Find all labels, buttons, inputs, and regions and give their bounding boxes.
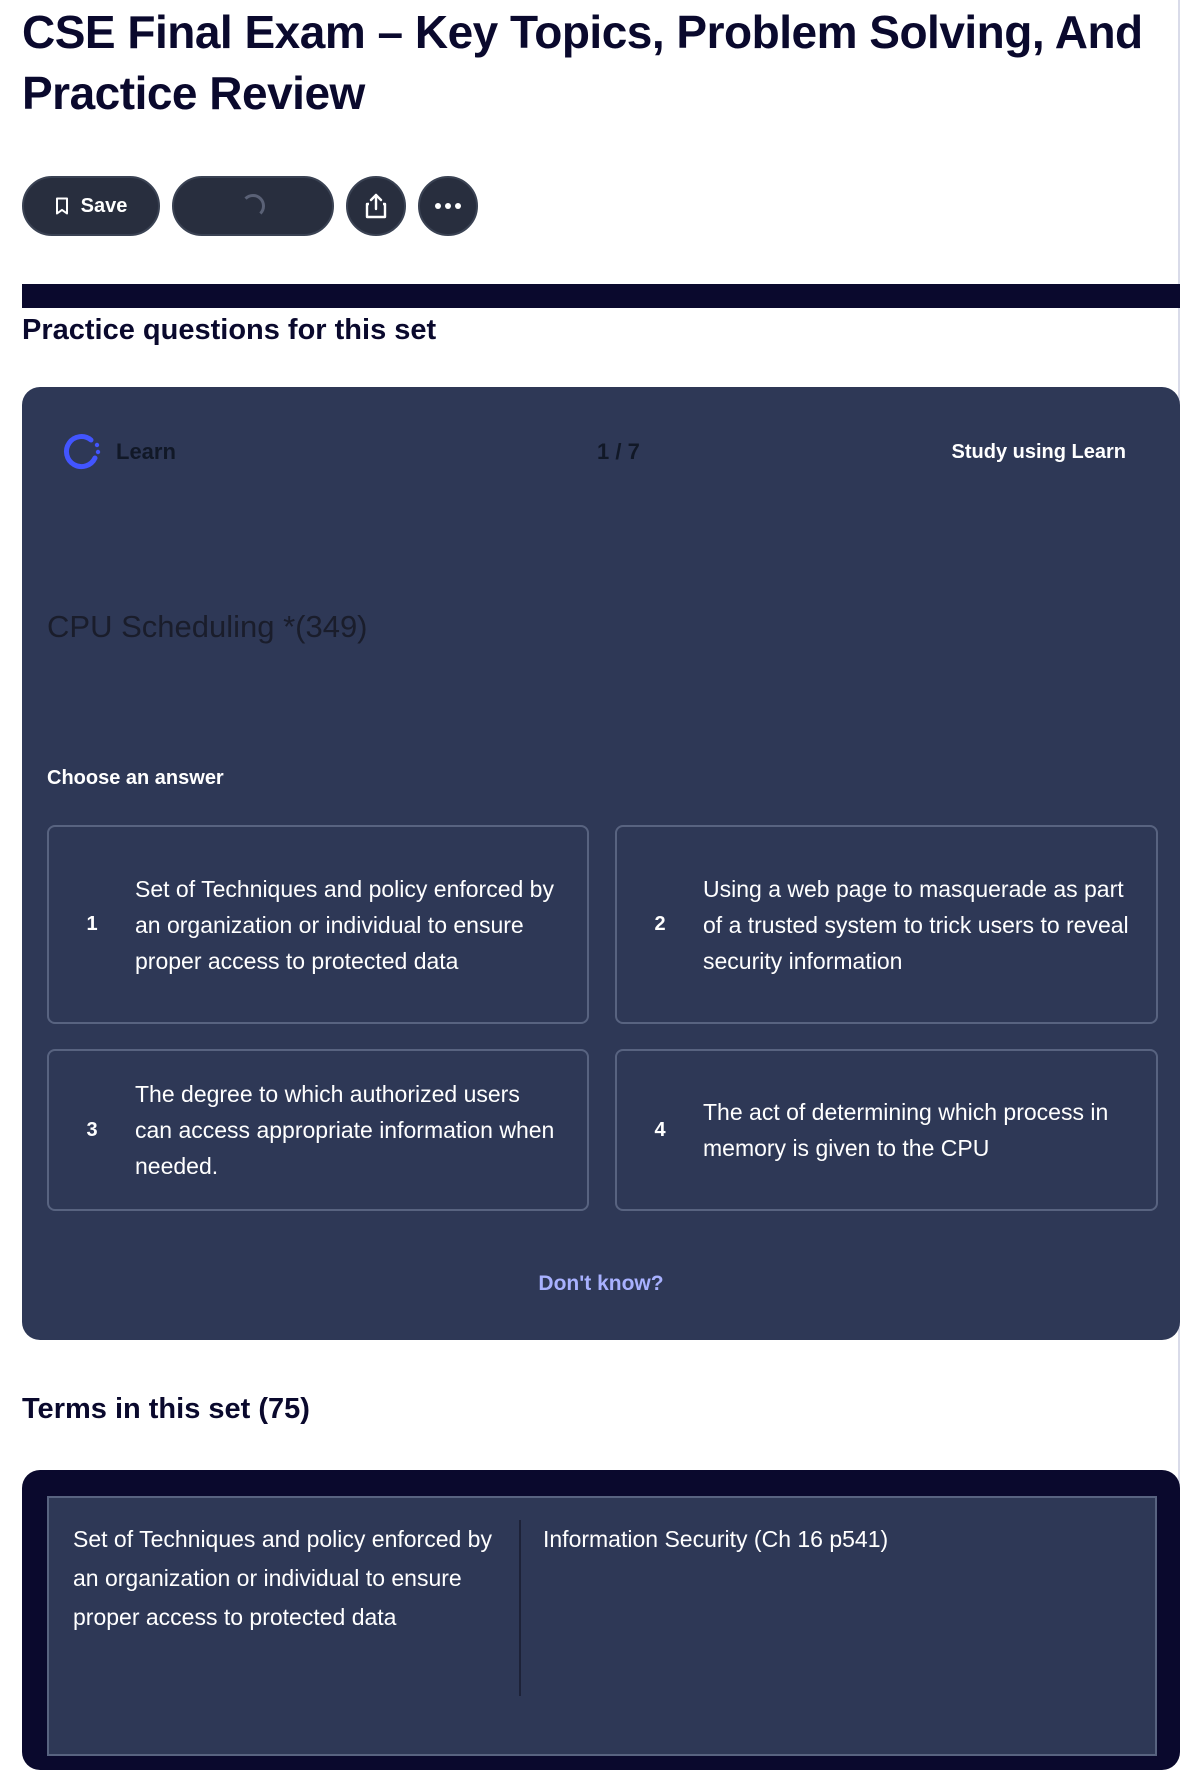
- study-using-learn-link[interactable]: Study using Learn: [952, 441, 1126, 464]
- more-options-button[interactable]: [418, 176, 478, 236]
- answer-option-3[interactable]: 3 The degree to which authorized users c…: [47, 1049, 589, 1211]
- dont-know-link[interactable]: Don't know?: [22, 1272, 1180, 1296]
- answer-option-1[interactable]: 1 Set of Techniques and policy enforced …: [47, 825, 589, 1024]
- answer-number: 1: [86, 913, 98, 935]
- save-button[interactable]: Save: [22, 176, 160, 236]
- section-divider-bar: [22, 284, 1180, 308]
- share-icon: [365, 193, 387, 219]
- term-definition: Set of Techniques and policy enforced by…: [73, 1526, 492, 1630]
- answer-option-2[interactable]: 2 Using a web page to masquerade as part…: [615, 825, 1158, 1024]
- page-title: CSE Final Exam – Key Topics, Problem Sol…: [22, 6, 1143, 119]
- study-set-page: CSE Final Exam – Key Topics, Problem Sol…: [22, 0, 1180, 1770]
- more-icon: [435, 203, 461, 209]
- answer-text: Using a web page to masquerade as part o…: [703, 875, 1129, 974]
- answer-number: 2: [654, 913, 666, 935]
- question-progress: 1 / 7: [597, 439, 640, 464]
- term-row[interactable]: Set of Techniques and policy enforced by…: [47, 1496, 1157, 1756]
- answer-number: 4: [654, 1118, 666, 1141]
- question-prompt: CPU Scheduling *(349): [47, 609, 368, 644]
- learn-mode-icon: [63, 434, 101, 469]
- practice-heading: Practice questions for this set: [22, 314, 437, 346]
- terms-list: Set of Techniques and policy enforced by…: [22, 1470, 1180, 1770]
- loading-button[interactable]: [172, 176, 334, 236]
- terms-heading: Terms in this set (75): [22, 1393, 310, 1425]
- loading-spinner-icon: [241, 194, 265, 218]
- answer-text: The act of determining which process in …: [703, 1099, 1109, 1161]
- choose-answer-label: Choose an answer: [47, 767, 224, 789]
- learn-label: Learn: [116, 439, 176, 464]
- share-button[interactable]: [346, 176, 406, 236]
- learn-card-header: Learn 1 / 7 Study using Learn: [60, 427, 1126, 477]
- save-button-label: Save: [80, 194, 128, 217]
- term-name: Information Security (Ch 16 p541): [543, 1526, 889, 1552]
- answer-option-4[interactable]: 4 The act of determining which process i…: [615, 1049, 1158, 1211]
- answer-number: 3: [86, 1118, 98, 1141]
- action-toolbar: Save: [22, 176, 478, 236]
- learn-card: Learn 1 / 7 Study using Learn CPU Schedu…: [22, 387, 1180, 1340]
- answer-text: Set of Techniques and policy enforced by…: [135, 875, 554, 974]
- answer-text: The degree to which authorized users can…: [135, 1081, 555, 1179]
- bookmark-icon: [55, 197, 68, 215]
